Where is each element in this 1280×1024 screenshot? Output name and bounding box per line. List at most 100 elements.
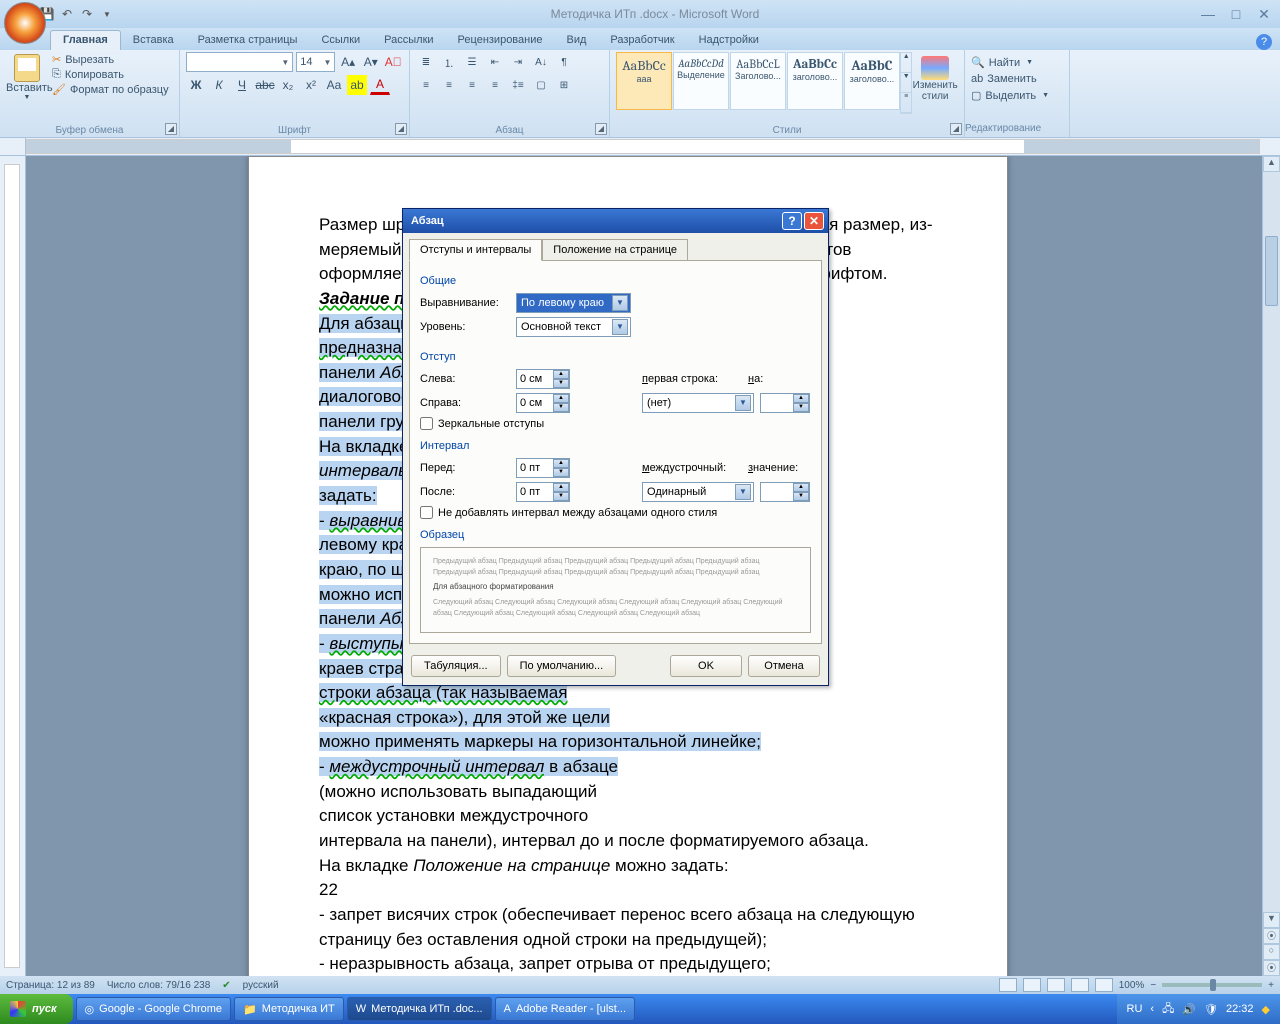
tab-view[interactable]: Вид (555, 31, 599, 50)
help-icon[interactable]: ? (1256, 34, 1272, 50)
browse-prev-icon[interactable]: ⦿ (1263, 928, 1280, 944)
tabs-button[interactable]: Табуляция... (411, 655, 501, 677)
paragraph-dialog-launcher[interactable]: ◢ (595, 123, 607, 135)
tab-home[interactable]: Главная (50, 30, 121, 50)
change-styles-button[interactable]: Изменить стили (912, 52, 958, 114)
taskbar-item[interactable]: AAdobe Reader - [ulst... (495, 997, 635, 1021)
scroll-thumb[interactable] (1265, 236, 1278, 306)
grow-font-button[interactable]: A▴ (338, 52, 358, 72)
view-web-button[interactable] (1047, 978, 1065, 992)
tray-show-hidden-icon[interactable]: ‹ (1150, 1003, 1154, 1015)
tab-insert[interactable]: Вставка (121, 31, 186, 50)
replace-button[interactable]: abЗаменить (971, 71, 1063, 87)
highlight-button[interactable]: ab (347, 75, 367, 95)
dialog-tab-indents[interactable]: Отступы и интервалы (409, 239, 542, 261)
subscript-button[interactable]: x₂ (278, 75, 298, 95)
tab-review[interactable]: Рецензирование (446, 31, 555, 50)
select-button[interactable]: ▢Выделить▼ (971, 87, 1063, 104)
no-space-same-style-check[interactable] (420, 506, 433, 519)
copy-button[interactable]: ⎘Копировать (52, 67, 169, 82)
start-button[interactable]: пуск (0, 994, 73, 1024)
bold-button[interactable]: Ж (186, 75, 206, 95)
maximize-button[interactable]: □ (1224, 6, 1248, 22)
linespacing-combo[interactable]: Одинарный▼ (642, 482, 754, 502)
status-page[interactable]: Страница: 12 из 89 (6, 980, 95, 991)
align-right-button[interactable]: ≡ (462, 75, 482, 95)
style-item[interactable]: AaBbCcDdВыделение (673, 52, 729, 110)
font-size-combo[interactable]: 14▼ (296, 52, 335, 72)
numbering-button[interactable]: ⒈ (439, 52, 459, 72)
italic-button[interactable]: К (209, 75, 229, 95)
view-fullscreen-button[interactable] (1023, 978, 1041, 992)
view-draft-button[interactable] (1095, 978, 1113, 992)
tray-lang[interactable]: RU (1127, 1003, 1143, 1015)
show-marks-button[interactable]: ¶ (554, 52, 574, 72)
cancel-button[interactable]: Отмена (748, 655, 820, 677)
tray-clock[interactable]: 22:32 (1226, 1003, 1254, 1015)
sort-button[interactable]: A↓ (531, 52, 551, 72)
level-combo[interactable]: Основной текст▼ (516, 317, 631, 337)
styles-dialog-launcher[interactable]: ◢ (950, 123, 962, 135)
browse-object-icon[interactable]: ○ (1263, 944, 1280, 960)
style-item[interactable]: AaBbCcaaa (616, 52, 672, 110)
undo-icon[interactable]: ↶ (60, 7, 74, 21)
zoom-level[interactable]: 100% (1119, 980, 1145, 991)
increase-indent-button[interactable]: ⇥ (508, 52, 528, 72)
scroll-up-icon[interactable]: ▲ (1263, 156, 1280, 172)
align-center-button[interactable]: ≡ (439, 75, 459, 95)
paste-button[interactable]: Вставить ▼ (6, 52, 48, 101)
underline-button[interactable]: Ч (232, 75, 252, 95)
taskbar-item[interactable]: 📁Методичка ИТ (234, 997, 344, 1021)
font-color-button[interactable]: A (370, 75, 390, 95)
office-button[interactable] (4, 2, 46, 44)
clear-formatting-button[interactable]: A⃠ (383, 52, 403, 72)
shrink-font-button[interactable]: A▾ (361, 52, 381, 72)
dialog-help-button[interactable]: ? (782, 212, 802, 230)
format-painter-button[interactable]: 🖌Формат по образцу (52, 82, 169, 97)
justify-button[interactable]: ≡ (485, 75, 505, 95)
status-language[interactable]: русский (243, 980, 279, 991)
linespacing-value-spin[interactable]: ▲▼ (760, 482, 810, 502)
close-button[interactable]: ✕ (1252, 6, 1276, 22)
styles-scroll[interactable]: ▲▼≡ (900, 52, 913, 114)
taskbar-item[interactable]: ◎Google - Google Chrome (76, 997, 232, 1021)
space-before-spin[interactable]: 0 пт▲▼ (516, 458, 570, 478)
find-button[interactable]: 🔍Найти▼ (971, 54, 1063, 71)
vertical-ruler[interactable] (4, 164, 20, 968)
tab-references[interactable]: Ссылки (309, 31, 372, 50)
qat-customize-icon[interactable]: ▼ (100, 7, 114, 21)
style-item[interactable]: AaBbCcLЗаголово... (730, 52, 786, 110)
indent-left-spin[interactable]: 0 см▲▼ (516, 369, 570, 389)
tab-mailings[interactable]: Рассылки (372, 31, 445, 50)
tray-volume-icon[interactable]: 🔊 (1182, 1003, 1196, 1016)
view-outline-button[interactable] (1071, 978, 1089, 992)
alignment-combo[interactable]: По левому краю▼ (516, 293, 631, 313)
dialog-tab-position[interactable]: Положение на странице (542, 239, 688, 261)
tab-addins[interactable]: Надстройки (687, 31, 771, 50)
browse-next-icon[interactable]: ⦿ (1263, 960, 1280, 976)
horizontal-ruler[interactable] (26, 139, 1260, 154)
dialog-titlebar[interactable]: Абзац ? ✕ (403, 209, 828, 233)
ok-button[interactable]: OK (670, 655, 742, 677)
taskbar-item[interactable]: WМетодичка ИТп .doc... (347, 997, 492, 1021)
minimize-button[interactable]: — (1196, 6, 1220, 22)
status-words[interactable]: Число слов: 79/16 238 (107, 980, 210, 991)
superscript-button[interactable]: x² (301, 75, 321, 95)
firstline-by-spin[interactable]: ▲▼ (760, 393, 810, 413)
space-after-spin[interactable]: 0 пт▲▼ (516, 482, 570, 502)
line-spacing-button[interactable]: ‡≡ (508, 75, 528, 95)
shading-button[interactable]: ▢ (531, 75, 551, 95)
mirror-indents-check[interactable] (420, 417, 433, 430)
indent-right-spin[interactable]: 0 см▲▼ (516, 393, 570, 413)
font-name-combo[interactable]: ▼ (186, 52, 293, 72)
borders-button[interactable]: ⊞ (554, 75, 574, 95)
zoom-out-button[interactable]: − (1150, 980, 1156, 991)
zoom-slider[interactable] (1162, 983, 1262, 987)
vertical-scrollbar[interactable]: ▲ ▼ ⦿ ○ ⦿ (1262, 156, 1280, 976)
style-item[interactable]: AaBbCзаголово... (844, 52, 900, 110)
status-proofing-icon[interactable]: ✔ (222, 980, 230, 991)
firstline-combo[interactable]: (нет)▼ (642, 393, 754, 413)
multilevel-button[interactable]: ☰ (462, 52, 482, 72)
view-print-layout-button[interactable] (999, 978, 1017, 992)
tray-shield-icon[interactable]: 🛡 (1204, 1003, 1218, 1016)
